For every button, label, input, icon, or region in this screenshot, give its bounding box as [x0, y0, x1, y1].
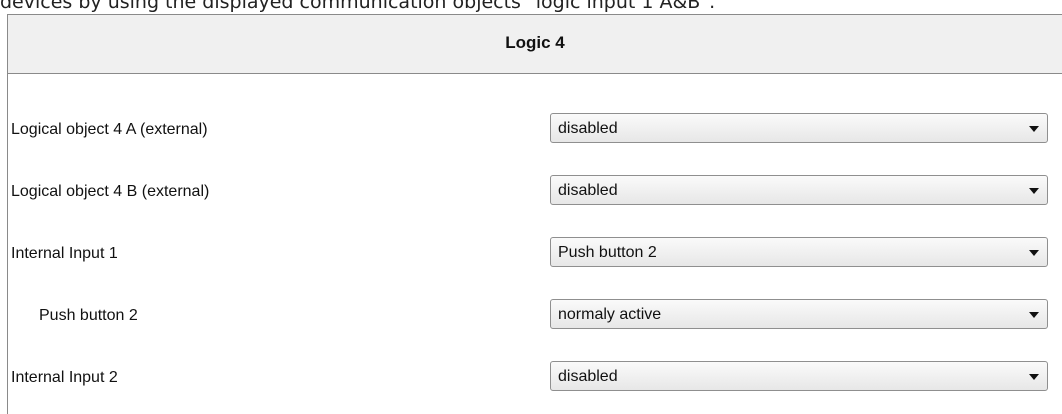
logical-object-4a-select[interactable]: disabled [550, 113, 1048, 143]
select-value: disabled [558, 182, 618, 199]
chevron-down-icon [1029, 188, 1039, 194]
internal-input-1-select[interactable]: Push button 2 [550, 237, 1048, 267]
parameter-label: Logical object 4 B (external) [11, 183, 210, 200]
chevron-down-icon [1029, 126, 1039, 132]
parameter-row-internal-input-1: Internal Input 1 Push button 2 [8, 237, 1062, 271]
parameter-row-internal-input-2: Internal Input 2 disabled [8, 361, 1062, 395]
parameter-row-logical-object-4b: Logical object 4 B (external) disabled [8, 175, 1062, 209]
select-value: disabled [558, 120, 618, 137]
parameter-label: Internal Input 2 [11, 369, 118, 386]
select-value: disabled [558, 368, 618, 385]
panel-title: Logic 4 [505, 33, 565, 52]
panel-header: Logic 4 [8, 15, 1062, 74]
parameter-row-logical-object-4a: Logical object 4 A (external) disabled [8, 113, 1062, 147]
parameter-label: Push button 2 [39, 307, 138, 324]
internal-input-2-select[interactable]: disabled [550, 361, 1048, 391]
parameter-row-push-button-2: Push button 2 normaly active [8, 299, 1062, 333]
select-value: normaly active [558, 306, 662, 323]
chevron-down-icon [1029, 312, 1039, 318]
parameter-panel: Logic 4 Logical object 4 A (external) di… [7, 14, 1062, 414]
parameter-label: Logical object 4 A (external) [11, 121, 208, 138]
document-caption: devices by using the displayed communica… [0, 0, 716, 13]
push-button-2-select[interactable]: normaly active [550, 299, 1048, 329]
chevron-down-icon [1029, 374, 1039, 380]
chevron-down-icon [1029, 250, 1039, 256]
logical-object-4b-select[interactable]: disabled [550, 175, 1048, 205]
select-value: Push button 2 [558, 244, 657, 261]
parameter-label: Internal Input 1 [11, 245, 118, 262]
